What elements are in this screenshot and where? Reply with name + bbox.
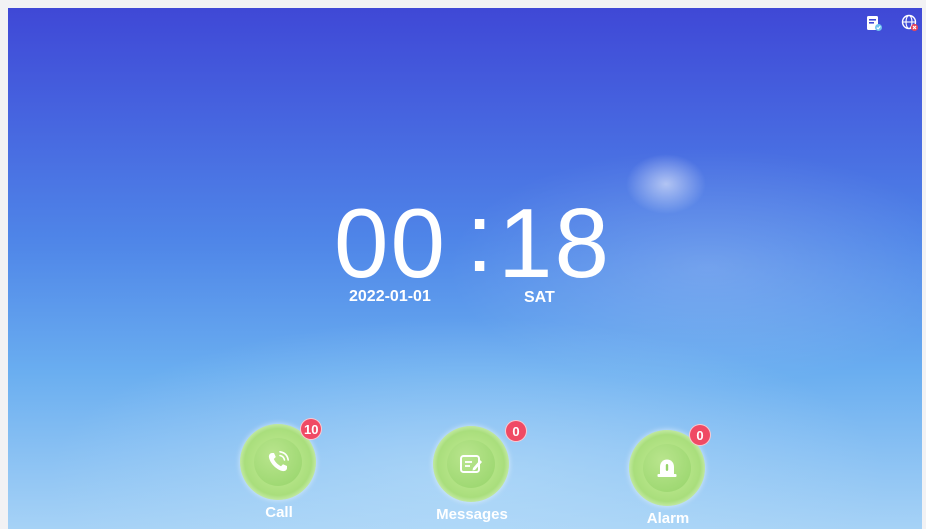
alarm-button[interactable]: 0 Alarm bbox=[613, 416, 723, 527]
message-edit-icon bbox=[447, 440, 495, 488]
weekday-label: SAT bbox=[524, 289, 555, 306]
home-screen: 00 : 18 2022-01-01 SAT 10 Call 0 Message… bbox=[8, 8, 922, 529]
date-label: 2022-01-01 bbox=[349, 288, 431, 305]
messages-label: Messages bbox=[436, 506, 508, 523]
messages-badge: 0 bbox=[505, 420, 527, 442]
contact-card-icon[interactable] bbox=[865, 14, 883, 32]
call-button[interactable]: 10 Call bbox=[224, 410, 334, 521]
alarm-badge: 0 bbox=[689, 424, 711, 446]
call-badge: 10 bbox=[300, 418, 323, 440]
network-disconnected-icon[interactable] bbox=[901, 14, 919, 32]
messages-button[interactable]: 0 Messages bbox=[417, 412, 527, 523]
alarm-label: Alarm bbox=[646, 510, 690, 527]
phone-call-icon bbox=[254, 438, 302, 486]
clock-separator: : bbox=[466, 182, 496, 292]
device-frame: 00 : 18 2022-01-01 SAT 10 Call 0 Message… bbox=[0, 0, 926, 529]
clock-minutes: 18 bbox=[498, 188, 612, 298]
alarm-bell-icon bbox=[643, 444, 691, 492]
clock-hours: 00 bbox=[334, 188, 448, 298]
call-label: Call bbox=[265, 504, 293, 521]
